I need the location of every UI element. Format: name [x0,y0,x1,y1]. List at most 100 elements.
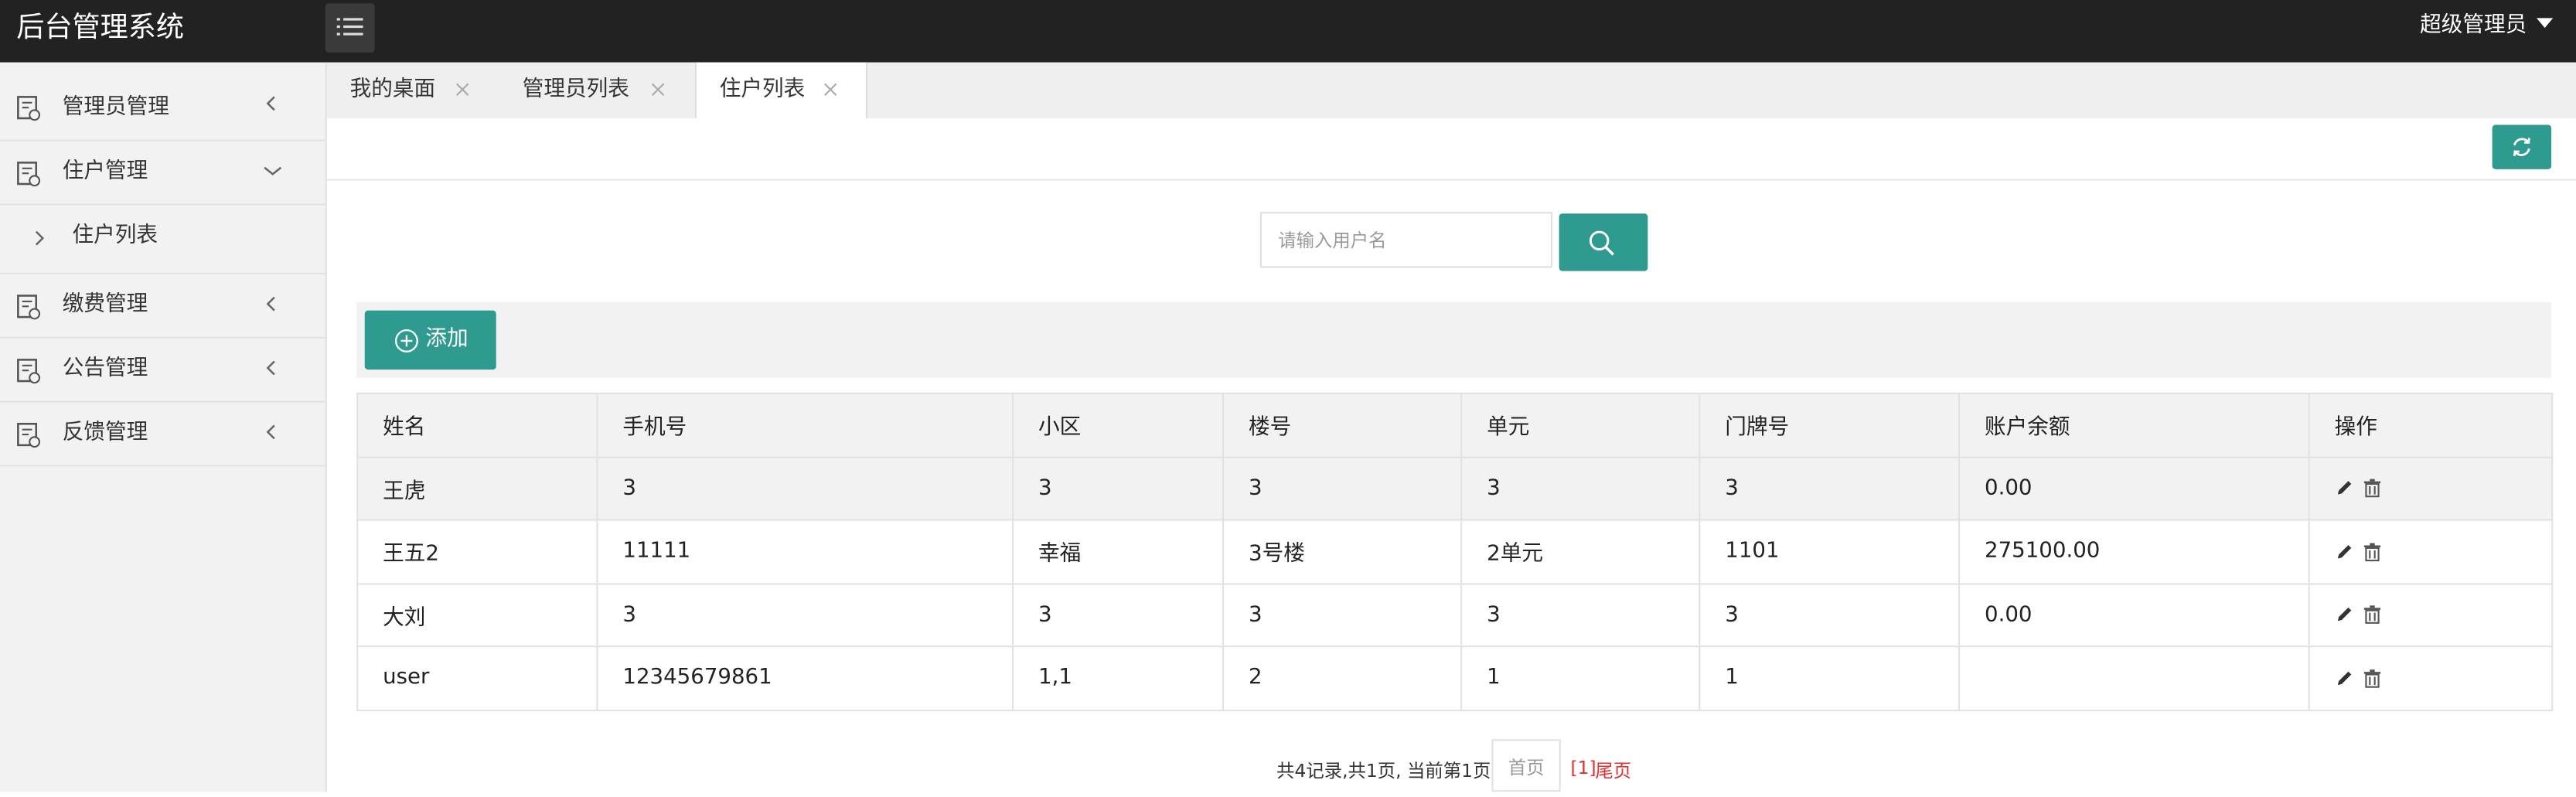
sidebar: 管理员管理 住户管理 住户列表 缴费管理 公告管理 反馈管理 [0,62,327,792]
row-actions [2308,582,2554,648]
edit-icon[interactable] [2335,542,2355,562]
sidebar-item-notice-management[interactable]: 公告管理 [0,339,325,403]
toolbar: 添加 [356,302,2552,378]
table-cell [1958,645,2310,711]
caret-down-icon [2537,18,2554,29]
refresh-row [326,118,2576,181]
chevron-left-icon [266,96,275,111]
column-header: 姓名 [356,392,598,458]
column-header: 操作 [2308,392,2554,458]
table-row: user 12345679861 1,1 2 1 1 [356,645,2554,711]
table-cell: 0.00 [1958,582,2310,648]
sidebar-item-label: 公告管理 [62,356,148,381]
table-cell: 3 [1460,582,1701,648]
app-title: 后台管理系统 [16,11,184,45]
tab-admin-list[interactable]: 管理员列表 [499,63,695,118]
search-input[interactable] [1259,212,1553,268]
close-icon[interactable] [651,82,666,97]
row-actions [2308,519,2554,584]
user-menu[interactable]: 超级管理员 [2420,0,2554,53]
tab-label: 住户列表 [719,77,806,102]
table-cell: 幸福 [1012,519,1225,584]
chevron-left-icon [266,424,275,440]
document-icon [17,422,41,448]
tab-label: 管理员列表 [522,77,629,102]
refresh-icon [2513,138,2530,157]
tab-resident-list[interactable]: 住户列表 [694,62,867,121]
table-cell: 3 [1222,455,1463,521]
table-cell: 12345679861 [596,645,1014,711]
resident-table: 姓名 手机号 小区 楼号 单元 门牌号 账户余额 操作 王虎 3 3 3 3 3… [356,392,2554,711]
add-button-label: 添加 [425,326,469,352]
table-row: 王虎 3 3 3 3 3 0.00 [356,455,2554,521]
sidebar-item-feedback-management[interactable]: 反馈管理 [0,403,325,467]
sidebar-item-admin-management[interactable]: 管理员管理 [0,63,325,141]
document-icon [17,96,41,121]
pagination-info: 共4记录,共1页, 当前第1页 [1276,760,1491,782]
search-icon [1589,230,1614,256]
current-page-link[interactable]: [1] [1571,758,1596,779]
close-icon[interactable] [455,82,470,97]
edit-icon[interactable] [2335,479,2355,499]
menu-toggle-button[interactable] [325,3,375,53]
chevron-left-icon [266,360,275,376]
table-cell: 1,1 [1012,645,1225,711]
table-cell: 3 [596,582,1014,648]
edit-icon[interactable] [2335,605,2355,625]
column-header: 手机号 [596,392,1014,458]
tab-bar: 我的桌面 管理员列表 住户列表 [326,62,2576,121]
column-header: 门牌号 [1699,392,1961,458]
refresh-button[interactable] [2492,124,2552,169]
trash-icon[interactable] [2363,479,2383,499]
trash-icon[interactable] [2363,668,2383,688]
top-bar: 后台管理系统 超级管理员 [0,0,2576,63]
table-cell: 1 [1460,645,1701,711]
table-cell: 11111 [596,519,1014,584]
table-cell: 275100.00 [1958,519,2310,584]
column-header: 单元 [1460,392,1701,458]
user-name: 超级管理员 [2420,13,2527,38]
add-button[interactable]: 添加 [364,310,496,370]
sidebar-item-label: 住户列表 [72,223,158,248]
table-cell: 3 [1699,455,1961,521]
row-actions [2308,645,2554,711]
chevron-right-icon [35,230,45,246]
table-cell: 3 [1699,582,1961,648]
first-page-button[interactable]: 首页 [1491,739,1561,792]
plus-circle-icon [394,329,418,353]
table-cell: 3 [596,455,1014,521]
tab-my-desktop[interactable]: 我的桌面 [327,63,499,118]
document-icon [17,162,41,187]
table-cell: 3 [1012,455,1225,521]
table-cell: 2 [1222,645,1463,711]
sidebar-subitem-resident-list[interactable]: 住户列表 [0,206,325,274]
edit-icon[interactable] [2335,668,2355,688]
document-icon [17,295,41,320]
table-cell: 1101 [1699,519,1961,584]
table-header-row: 姓名 手机号 小区 楼号 单元 门牌号 账户余额 操作 [356,392,2554,458]
search-button[interactable] [1559,213,1648,271]
close-icon[interactable] [823,82,838,97]
table-cell: 3 [1460,455,1701,521]
sidebar-item-label: 缴费管理 [62,292,148,318]
trash-icon[interactable] [2363,605,2383,625]
table-cell: 3 [1222,582,1463,648]
sidebar-item-label: 住户管理 [62,159,148,184]
document-icon [17,359,41,384]
chevron-down-icon [264,166,282,175]
table-cell: 1 [1699,645,1961,711]
table-cell: 3 [1012,582,1225,648]
table-cell: 王虎 [356,455,598,521]
tab-label: 我的桌面 [349,77,436,102]
table-row: 大刘 3 3 3 3 3 0.00 [356,582,2554,648]
sidebar-item-payment-management[interactable]: 缴费管理 [0,274,325,339]
sidebar-item-resident-management[interactable]: 住户管理 [0,141,325,206]
trash-icon[interactable] [2363,542,2383,562]
table-cell: user [356,645,598,711]
column-header: 楼号 [1222,392,1463,458]
sidebar-item-label: 反馈管理 [62,421,148,445]
table-row: 王五2 11111 幸福 3号楼 2单元 1101 275100.00 [356,519,2554,584]
last-page-link[interactable]: 尾页 [1595,758,1631,784]
row-actions [2308,455,2554,521]
table-cell: 大刘 [356,582,598,648]
